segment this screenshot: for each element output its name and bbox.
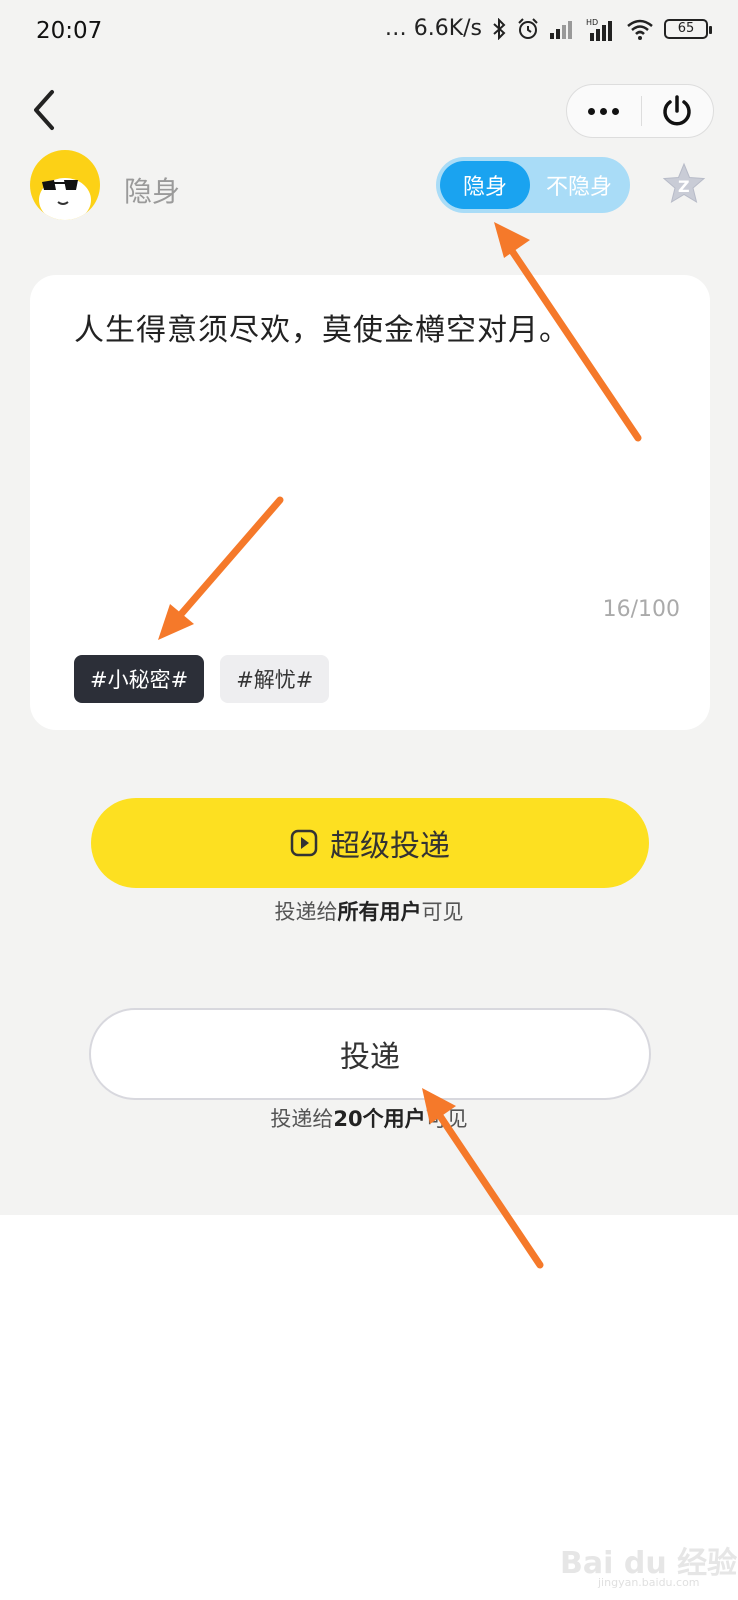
status-time: 20:07: [36, 18, 103, 44]
svg-text:HD: HD: [586, 18, 598, 27]
avatar: [30, 150, 100, 220]
invisible-toggle[interactable]: 隐身 不隐身: [436, 157, 630, 213]
username: 隐身: [124, 175, 181, 208]
network-speed: … 6.6K/s: [384, 16, 482, 41]
wifi-icon: [626, 18, 654, 40]
deliver-button[interactable]: 投递: [89, 1008, 651, 1100]
status-icons: … 6.6K/s HD 65: [384, 16, 712, 41]
svg-text:Z: Z: [678, 177, 690, 196]
mini-program-capsule: [566, 84, 714, 138]
signal-icon: [550, 19, 576, 39]
signal-hd-icon: HD: [586, 17, 616, 41]
star-icon[interactable]: Z: [660, 160, 708, 208]
back-button[interactable]: [26, 86, 66, 134]
status-bar: 20:07 … 6.6K/s HD 65: [0, 0, 738, 64]
alarm-icon: [516, 17, 540, 41]
battery-icon: 65: [664, 18, 712, 39]
bluetooth-icon: [492, 17, 506, 40]
more-dots-icon[interactable]: [567, 85, 641, 137]
post-card: 人生得意须尽欢，莫使金樽空对月。 16/100 #小秘密# #解忧#: [30, 275, 710, 730]
deliver-caption: 投递给20个用户可见: [270, 1107, 468, 1131]
super-deliver-button[interactable]: 超级投递: [91, 798, 649, 888]
tag-secret[interactable]: #小秘密#: [74, 655, 205, 703]
toggle-invisible-option[interactable]: 隐身: [440, 161, 530, 209]
super-deliver-caption: 投递给所有用户可见: [274, 900, 464, 924]
tag-list: #小秘密# #解忧#: [74, 655, 330, 703]
tag-worry[interactable]: #解忧#: [220, 655, 330, 703]
baidu-watermark-url: jingyan.baidu.com: [598, 1576, 700, 1589]
power-icon[interactable]: [642, 85, 714, 137]
toggle-visible-option[interactable]: 不隐身: [532, 161, 626, 209]
post-content[interactable]: 人生得意须尽欢，莫使金樽空对月。: [74, 305, 570, 349]
play-icon: [290, 829, 318, 857]
chevron-left-icon: [34, 90, 54, 130]
char-counter: 16/100: [602, 597, 680, 622]
super-deliver-label: 超级投递: [330, 829, 450, 864]
